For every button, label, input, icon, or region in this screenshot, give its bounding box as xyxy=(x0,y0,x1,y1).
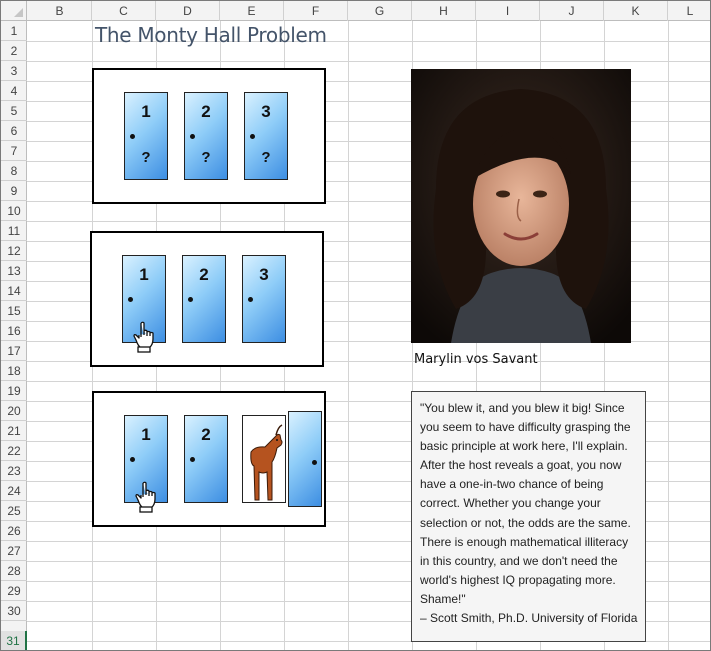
row-header-14[interactable]: 14 xyxy=(1,281,27,301)
panel-closed-doors[interactable]: 1 ? 2 ? 3 ? xyxy=(92,68,326,204)
column-header-c[interactable]: C xyxy=(92,1,156,21)
door-question-mark: ? xyxy=(201,149,211,166)
door-2: 2 xyxy=(184,415,228,503)
portrait-photo[interactable] xyxy=(411,69,631,343)
door-knob-icon xyxy=(188,297,193,302)
row-header-18[interactable]: 18 xyxy=(1,361,27,381)
door-3: 3 ? xyxy=(244,92,288,180)
pointing-hand-icon xyxy=(135,481,156,513)
portrait-image xyxy=(411,69,631,343)
door-knob-icon xyxy=(128,297,133,302)
door-knob-icon xyxy=(250,134,255,139)
door-knob-icon xyxy=(130,457,135,462)
door-2: 2 xyxy=(182,255,226,343)
column-header-l[interactable]: L xyxy=(668,1,710,21)
door-number: 3 xyxy=(261,102,271,121)
row-header-31[interactable]: 31 xyxy=(1,631,27,650)
row-header-5[interactable]: 5 xyxy=(1,101,27,121)
row-header-24[interactable]: 24 xyxy=(1,481,27,501)
row-header-10[interactable]: 10 xyxy=(1,201,27,221)
open-door-leaf xyxy=(288,411,322,507)
column-header-j[interactable]: J xyxy=(540,1,604,21)
row-header-1[interactable]: 1 xyxy=(1,21,27,41)
quote-text: "You blew it, and you blew it big! Since… xyxy=(420,401,638,626)
row-header-2[interactable]: 2 xyxy=(1,41,27,61)
column-header-k[interactable]: K xyxy=(604,1,668,21)
column-header-h[interactable]: H xyxy=(412,1,476,21)
door-1: 1 ? xyxy=(124,92,168,180)
door-knob-icon xyxy=(190,134,195,139)
row-header-27[interactable]: 27 xyxy=(1,541,27,561)
door-number: 3 xyxy=(259,265,269,284)
row-header-3[interactable]: 3 xyxy=(1,61,27,81)
row-header-22[interactable]: 22 xyxy=(1,441,27,461)
row-header-29[interactable]: 29 xyxy=(1,581,27,601)
door-knob-icon xyxy=(130,134,135,139)
open-door-3 xyxy=(242,415,286,503)
row-header-7[interactable]: 7 xyxy=(1,141,27,161)
pointing-hand-icon xyxy=(133,321,154,353)
row-header-16[interactable]: 16 xyxy=(1,321,27,341)
photo-caption: Marylin vos Savant xyxy=(414,352,538,367)
row-header-23[interactable]: 23 xyxy=(1,461,27,481)
door-number: 2 xyxy=(201,102,211,121)
door-number: 2 xyxy=(199,265,209,284)
sheet-title: The Monty Hall Problem xyxy=(95,23,327,47)
door-knob-icon xyxy=(248,297,253,302)
row-header-9[interactable]: 9 xyxy=(1,181,27,201)
row-header-6[interactable]: 6 xyxy=(1,121,27,141)
row-header-20[interactable]: 20 xyxy=(1,401,27,421)
row-header-25[interactable]: 25 xyxy=(1,501,27,521)
row-header-15[interactable]: 15 xyxy=(1,301,27,321)
row-header-26[interactable]: 26 xyxy=(1,521,27,541)
door-question-mark: ? xyxy=(141,149,151,166)
row-header-13[interactable]: 13 xyxy=(1,261,27,281)
door-question-mark: ? xyxy=(261,149,271,166)
select-all-corner[interactable] xyxy=(1,1,27,21)
panel-door-selected[interactable]: 1 2 3 xyxy=(90,231,324,367)
spreadsheet-window: B C D E F G H I J K L 1 2 3 4 5 6 7 8 9 … xyxy=(0,0,711,651)
column-header-d[interactable]: D xyxy=(156,1,220,21)
goat-icon xyxy=(250,424,283,501)
panel-goat-revealed[interactable]: 1 2 xyxy=(92,391,326,527)
door-number: 2 xyxy=(201,425,211,444)
door-number: 1 xyxy=(139,265,149,284)
row-header-8[interactable]: 8 xyxy=(1,161,27,181)
column-header-e[interactable]: E xyxy=(220,1,284,21)
quote-text-box[interactable]: "You blew it, and you blew it big! Since… xyxy=(411,391,646,642)
door-knob-icon xyxy=(312,460,317,465)
door-3: 3 xyxy=(242,255,286,343)
select-all-triangle-icon xyxy=(14,8,23,17)
door-number: 1 xyxy=(141,102,151,121)
row-header-28[interactable]: 28 xyxy=(1,561,27,581)
row-header-21[interactable]: 21 xyxy=(1,421,27,441)
row-header-17[interactable]: 17 xyxy=(1,341,27,361)
column-header-g[interactable]: G xyxy=(348,1,412,21)
row-header-12[interactable]: 12 xyxy=(1,241,27,261)
row-header-4[interactable]: 4 xyxy=(1,81,27,101)
row-header-30[interactable]: 30 xyxy=(1,601,27,621)
row-header-11[interactable]: 11 xyxy=(1,221,27,241)
column-header-f[interactable]: F xyxy=(284,1,348,21)
door-knob-icon xyxy=(190,457,195,462)
column-header-i[interactable]: I xyxy=(476,1,540,21)
row-header-19[interactable]: 19 xyxy=(1,381,27,401)
door-2: 2 ? xyxy=(184,92,228,180)
door-number: 1 xyxy=(141,425,151,444)
column-header-b[interactable]: B xyxy=(28,1,92,21)
